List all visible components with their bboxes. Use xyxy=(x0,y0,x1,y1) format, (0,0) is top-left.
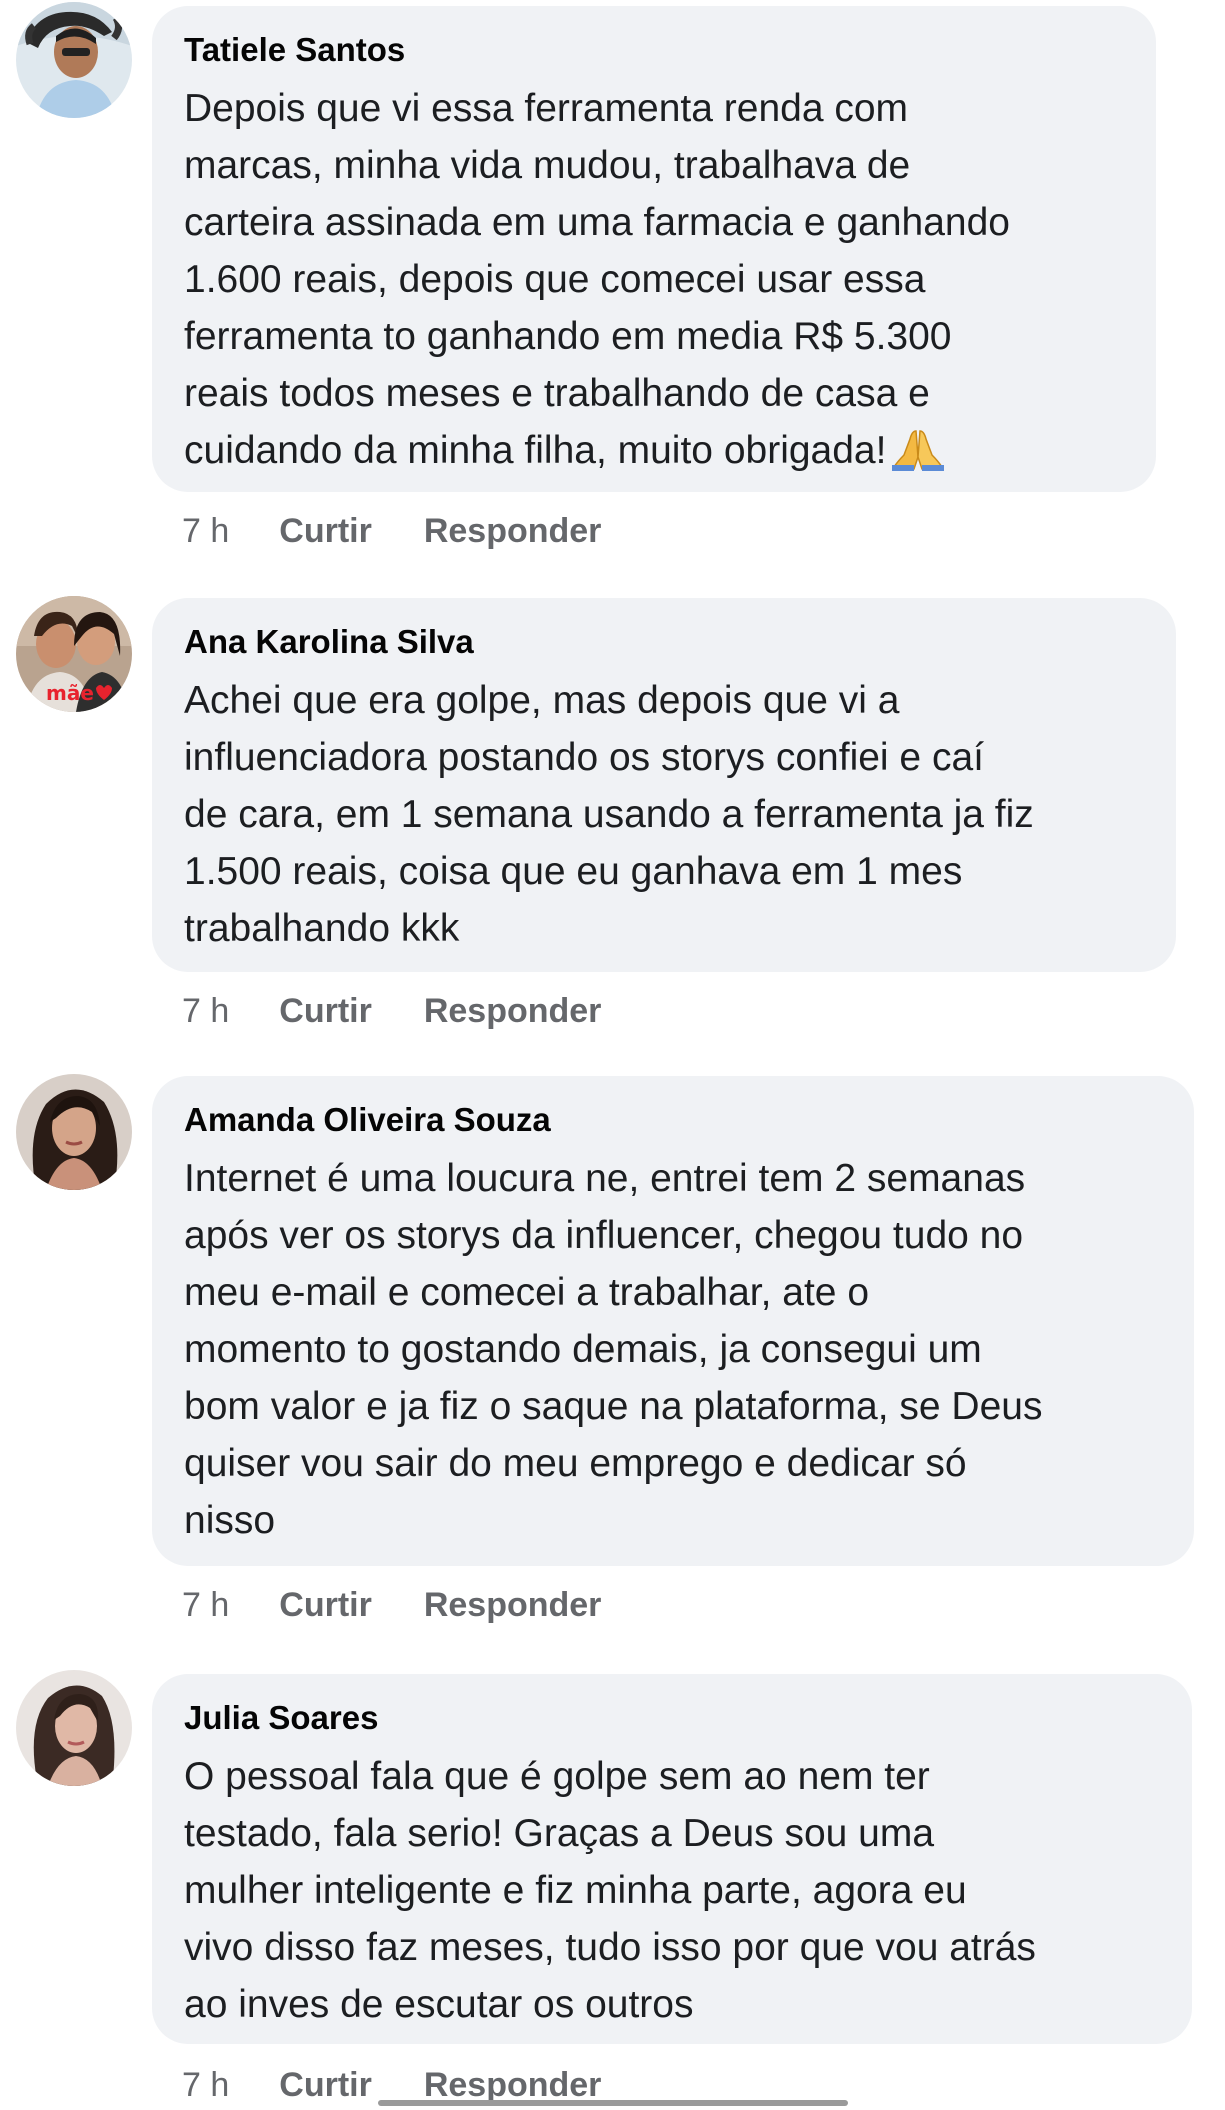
comment-text: Depois que vi essa ferramenta renda com … xyxy=(184,80,1126,479)
avatar-photo-icon: mãe xyxy=(16,596,132,712)
comment-timestamp[interactable]: 7 h xyxy=(182,992,229,1031)
comment-actions: 7 h Curtir Responder xyxy=(182,986,653,1036)
reply-button[interactable]: Responder xyxy=(424,512,602,551)
like-button[interactable]: Curtir xyxy=(279,1586,372,1625)
comment-author[interactable]: Ana Karolina Silva xyxy=(184,620,1146,664)
comment-timestamp[interactable]: 7 h xyxy=(182,1586,229,1625)
comment-text: O pessoal fala que é golpe sem ao nem te… xyxy=(184,1755,1036,2026)
comment-timestamp[interactable]: 7 h xyxy=(182,2066,229,2105)
reply-button[interactable]: Responder xyxy=(424,1586,602,1625)
reply-button[interactable]: Responder xyxy=(424,992,602,1031)
comment-bubble: Amanda Oliveira Souza Internet é uma lou… xyxy=(152,1076,1194,1566)
avatar-photo-icon xyxy=(16,1074,132,1190)
horizontal-scrollbar[interactable] xyxy=(378,2100,848,2106)
avatar-photo-icon xyxy=(16,1670,132,1786)
comment-author[interactable]: Julia Soares xyxy=(184,1696,1162,1740)
comment-actions: 7 h Curtir Responder xyxy=(182,1580,653,1630)
like-button[interactable]: Curtir xyxy=(279,992,372,1031)
avatar[interactable] xyxy=(16,1670,132,1786)
comment-text: Achei que era golpe, mas depois que vi a… xyxy=(184,679,1034,950)
like-button[interactable]: Curtir xyxy=(279,512,372,551)
comment-author[interactable]: Amanda Oliveira Souza xyxy=(184,1098,1164,1142)
comment-bubble: Tatiele Santos Depois que vi essa ferram… xyxy=(152,6,1156,492)
comment-body: Depois que vi essa ferramenta renda com … xyxy=(184,87,1010,472)
comment-author[interactable]: Tatiele Santos xyxy=(184,28,1126,72)
avatar[interactable] xyxy=(16,1074,132,1190)
comment-bubble: Ana Karolina Silva Achei que era golpe, … xyxy=(152,598,1176,972)
avatar-photo-icon xyxy=(16,2,132,118)
comment-text: Internet é uma loucura ne, entrei tem 2 … xyxy=(184,1157,1043,1542)
comment-actions: 7 h Curtir Responder xyxy=(182,506,653,556)
avatar[interactable] xyxy=(16,2,132,118)
like-button[interactable]: Curtir xyxy=(279,2066,372,2105)
folded-hands-emoji-icon xyxy=(892,430,945,471)
comment-timestamp[interactable]: 7 h xyxy=(182,512,229,551)
reply-button[interactable]: Responder xyxy=(424,2066,602,2105)
avatar[interactable]: mãe xyxy=(16,596,132,712)
avatar-caption: mãe xyxy=(46,681,94,705)
comment-bubble: Julia Soares O pessoal fala que é golpe … xyxy=(152,1674,1192,2044)
